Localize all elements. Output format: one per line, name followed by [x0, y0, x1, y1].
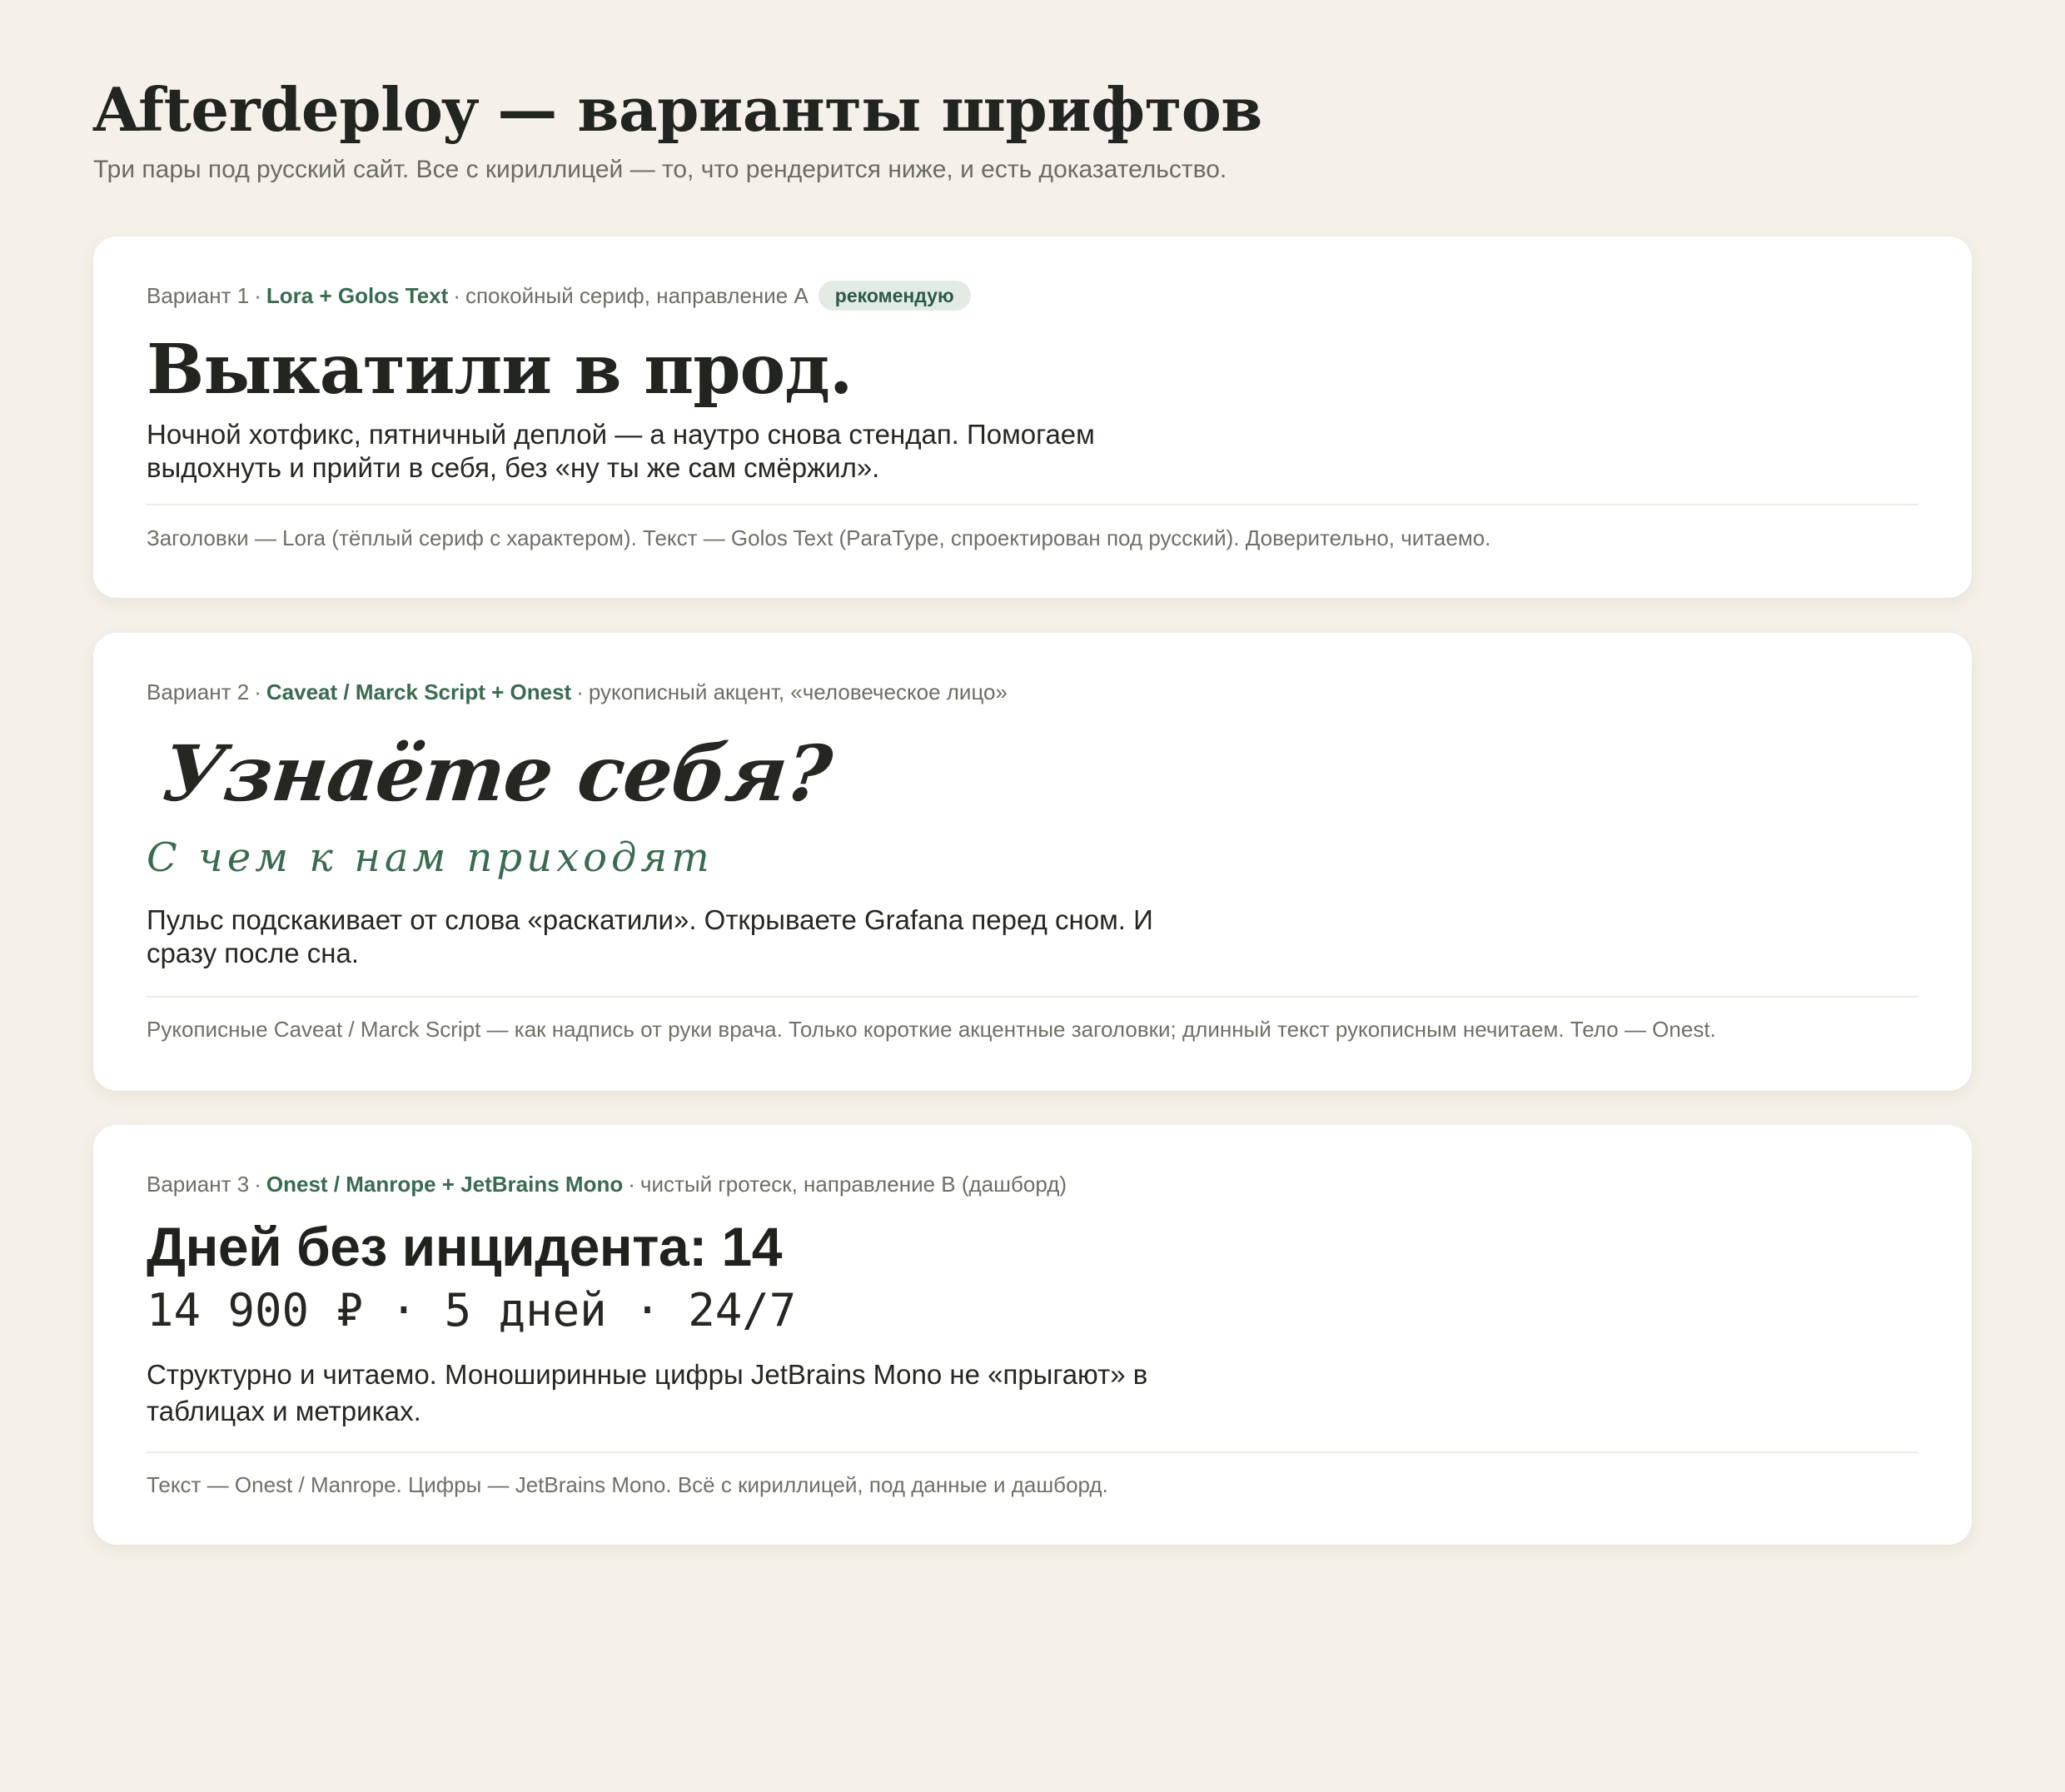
meta-separator: · — [576, 679, 584, 704]
variant-note: Рукописные Caveat / Marck Script — как н… — [147, 1017, 1716, 1042]
font-variants-page: Afterdeploy — варианты шрифтов Три пары … — [0, 0, 2065, 1792]
variant-meta: Вариант 3 · Onest / Manrope + JetBrains … — [147, 1168, 1067, 1200]
recommended-badge: рекомендую — [818, 281, 971, 311]
variant-card-3: Вариант 3 · Onest / Manrope + JetBrains … — [93, 1125, 1972, 1545]
variant-note: Заголовки — Lora (тёплый сериф с характе… — [147, 525, 1491, 550]
sample-subheadline: С чем к нам приходят — [147, 834, 714, 881]
variant-description: рукописный акцент, «человеческое лицо» — [588, 679, 1008, 704]
variant-card-1: Вариант 1 · Lora + Golos Text · спокойны… — [93, 236, 1972, 598]
sample-headline: Узнаёте себя? — [158, 729, 836, 819]
variant-label: Вариант 2 — [147, 679, 250, 704]
font-pair-name: Caveat / Marck Script + Onest — [266, 679, 572, 704]
divider — [147, 996, 1918, 998]
font-pair-name: Onest / Manrope + JetBrains Mono — [266, 1172, 624, 1197]
page-title: Afterdeploy — варианты шрифтов — [93, 74, 1262, 145]
meta-separator: · — [254, 283, 261, 308]
sample-metrics: 14 900 ₽ · 5 дней · 24/7 — [147, 1284, 797, 1337]
sample-headline: Выкатили в прод. — [147, 330, 853, 410]
variant-meta: Вариант 1 · Lora + Golos Text · спокойны… — [147, 280, 971, 311]
variant-note: Текст — Onest / Manrope. Цифры — JetBrai… — [147, 1472, 1108, 1497]
meta-separator: · — [254, 679, 261, 704]
variant-description: спокойный сериф, направление А — [465, 283, 809, 308]
sample-headline: Дней без инцидента: 14 — [147, 1216, 782, 1277]
meta-separator: · — [628, 1172, 635, 1197]
divider — [147, 1451, 1918, 1453]
variant-card-2: Вариант 2 · Caveat / Marck Script + Ones… — [93, 633, 1972, 1091]
variant-description: чистый гротеск, направление В (дашборд) — [639, 1172, 1067, 1197]
variant-label: Вариант 1 — [147, 283, 250, 308]
variant-meta: Вариант 2 · Caveat / Marck Script + Ones… — [147, 676, 1008, 708]
meta-separator: · — [453, 283, 460, 308]
sample-body-text: Ночной хотфикс, пятничный деплой — а нау… — [147, 419, 1095, 483]
meta-separator: · — [254, 1172, 261, 1197]
page-subtitle: Три пары под русский сайт. Все с кирилли… — [93, 156, 1227, 183]
sample-body-text: Структурно и читаемо. Моноширинные цифры… — [147, 1359, 1148, 1426]
page-header: Afterdeploy — варианты шрифтов Три пары … — [93, 72, 1972, 187]
font-pair-name: Lora + Golos Text — [266, 283, 449, 308]
divider — [147, 504, 1918, 505]
sample-body-text: Пульс подскакивает от слова «раскатили».… — [147, 904, 1153, 968]
variant-label: Вариант 3 — [147, 1172, 250, 1197]
